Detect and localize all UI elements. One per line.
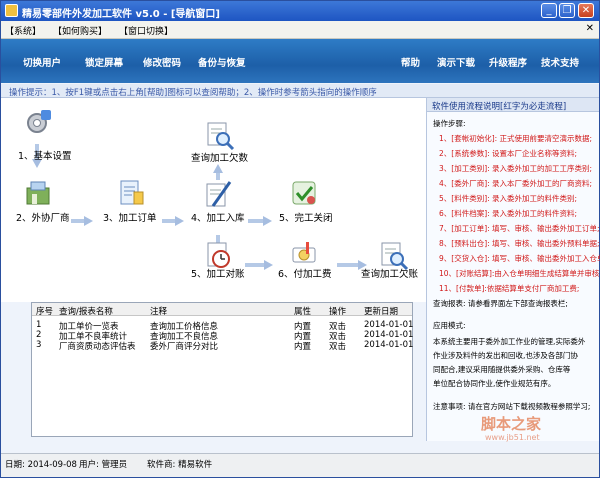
title-bar: 精易零部件外发加工软件 v5.0 - [导航窗口] _ ❐ ✕ <box>1 1 599 21</box>
col-header-date[interactable]: 更新日期 <box>364 305 398 317</box>
flow-arrow-right <box>71 216 93 226</box>
cell-action: 双击 <box>329 342 347 352</box>
flow-label-warehouse-in[interactable]: 4、加工入库 <box>191 210 245 224</box>
minimize-button[interactable]: _ <box>541 3 557 18</box>
tip-text: 操作提示：1、按F1键或点击右上角[帮助]图标可以查阅帮助；2、操作时参考箭头指… <box>9 88 377 98</box>
change-password-button[interactable]: 修改密码 <box>143 55 181 69</box>
flow-label-settings[interactable]: 1、基本设置 <box>18 148 72 162</box>
factory-icon[interactable] <box>23 178 53 208</box>
col-header-note[interactable]: 注释 <box>150 305 167 317</box>
app-mode-title: 应用模式: <box>433 321 466 330</box>
cell-no: 3 <box>36 340 42 350</box>
restore-button[interactable]: ❐ <box>559 3 575 18</box>
watermark: 脚本之家 www.jb51.net <box>463 413 593 443</box>
switch-user-button[interactable]: 切换用户 <box>23 55 61 69</box>
app-icon <box>5 4 18 17</box>
toolbar: 切换用户 锁定屏幕 修改密码 备份与恢复 帮助 演示下载 升级程序 技术支持 <box>1 39 599 83</box>
menu-close-icon[interactable]: ✕ <box>586 23 594 34</box>
step-item: 3、[加工类别]: 录入委外加工的加工工序类别; <box>439 164 593 173</box>
table-row[interactable]: 3 厂商资质动态评估表 委外厂商评分对比 内置 双击 2014-01-01 <box>32 338 414 352</box>
col-header-action[interactable]: 操作 <box>329 305 346 317</box>
upgrade-button[interactable]: 升级程序 <box>489 55 527 69</box>
flow-diagram: 1、基本设置 查询加工欠数 2、外协厂商 3、加工订单 4、加工入库 5、完工关… <box>1 98 426 302</box>
status-date: 日期: 2014-09-08 <box>5 460 77 470</box>
step-item: 8、[预料出仓]: 填写、审核、输出委外预料单据; <box>439 239 600 248</box>
demo-download-button[interactable]: 演示下载 <box>437 55 475 69</box>
help-side-panel: 软件使用流程说明[红字为必走流程] 操作步骤: 1、[套帐初始化]: 正式使用前… <box>426 98 600 441</box>
app-mode-text: 同配合,建议采用随提供委外采购、仓库等 <box>433 365 571 374</box>
status-bar: 日期: 2014-09-08 用户: 管理员 软件商: 精易软件 <box>1 453 599 477</box>
app-mode-text: 本系统主要用于委外加工作业的管理,实际委外 <box>433 337 586 346</box>
step-item: 4、[委外厂商]: 录入本厂委外加工的厂商资料; <box>439 179 593 188</box>
note-text: 注意事项: 请在官方网站下载视频教程参照学习; <box>433 402 591 411</box>
flow-arrow-right <box>248 216 272 226</box>
cell-date: 2014-01-01 <box>364 340 414 350</box>
flow-label-query-owed-account[interactable]: 查询加工欠账 <box>361 266 418 280</box>
app-mode-text: 单位配合协同作业,使作业规范有序。 <box>433 379 556 388</box>
help-button[interactable]: 帮助 <box>401 55 420 69</box>
flow-label-complete-close[interactable]: 5、完工关闭 <box>279 210 333 224</box>
cell-name: 厂商资质动态评估表 <box>59 342 136 352</box>
step-item: 7、[加工订单]: 填写、审核、输出委外加工订单; <box>439 224 600 233</box>
menu-how-to-buy[interactable]: 【如何购买】 <box>53 24 107 37</box>
app-window: 精易零部件外发加工软件 v5.0 - [导航窗口] _ ❐ ✕ 【系统】 【如何… <box>0 0 600 478</box>
col-header-no[interactable]: 序号 <box>36 305 53 317</box>
step-item: 1、[套帐初始化]: 正式使用前要清空演示数据; <box>439 134 593 143</box>
flow-label-order[interactable]: 3、加工订单 <box>103 210 157 224</box>
step-item: 2、[系统参数]: 设置本厂企业名称等资料; <box>439 149 578 158</box>
settings-icon[interactable] <box>23 108 53 138</box>
step-item: 5、[料件类别]: 录入委外加工的料件类别; <box>439 194 578 203</box>
grid-header: 序号 查询/报表名称 注释 属性 操作 更新日期 <box>32 303 412 317</box>
step-item: 6、[料件档案]: 录入委外加工的料件资料; <box>439 209 578 218</box>
step-item: 10、[对账结算]:由入仓单明细生成结算单并审核; <box>439 269 600 278</box>
cell-attr: 内置 <box>294 342 312 352</box>
lock-screen-button[interactable]: 锁定屏幕 <box>85 55 123 69</box>
flow-arrow-right <box>162 216 184 226</box>
col-header-name[interactable]: 查询/报表名称 <box>59 305 113 317</box>
app-mode-text: 作业涉及料件的发出和回收,也涉及各部门协 <box>433 351 578 360</box>
window-title: 精易零部件外发加工软件 v5.0 - [导航窗口] <box>22 9 220 20</box>
flow-label-query-owed-count[interactable]: 查询加工欠数 <box>191 150 248 164</box>
menu-window-switch[interactable]: 【窗口切换】 <box>119 24 173 37</box>
menu-bar: 【系统】 【如何购买】 【窗口切换】 ✕ <box>1 21 599 39</box>
report-grid: 序号 查询/报表名称 注释 属性 操作 更新日期 1 加工单价一览表 查询加工价… <box>31 302 413 437</box>
status-vendor: 软件商: 精易软件 <box>147 460 213 470</box>
flow-label-reconcile[interactable]: 5、加工对账 <box>191 266 245 280</box>
side-panel-header: 软件使用流程说明[红字为必走流程] <box>427 98 599 112</box>
side-panel-title: 软件使用流程说明[红字为必走流程] <box>432 102 567 112</box>
watermark-url: www.jb51.net <box>485 433 540 442</box>
col-header-attr[interactable]: 属性 <box>294 305 311 317</box>
tech-support-button[interactable]: 技术支持 <box>541 55 579 69</box>
step-item: 11、[付款单]:依据结算单支付厂商加工费; <box>439 284 580 293</box>
order-icon[interactable] <box>116 178 146 208</box>
magnifier-icon[interactable] <box>205 120 235 151</box>
report-hint: 查询报表: 请参看界面左下部查询报表栏; <box>433 299 568 308</box>
flow-label-factory[interactable]: 2、外协厂商 <box>16 210 70 224</box>
warehouse-icon[interactable] <box>203 178 233 208</box>
flow-label-pay-fee[interactable]: 6、付加工费 <box>278 266 332 280</box>
cell-note: 委外厂商评分对比 <box>150 342 219 352</box>
steps-title: 操作步骤: <box>433 119 466 128</box>
menu-system[interactable]: 【系统】 <box>5 24 41 37</box>
backup-restore-button[interactable]: 备份与恢复 <box>198 55 246 69</box>
status-user: 用户: 管理员 <box>79 460 128 470</box>
watermark-text: 脚本之家 <box>481 415 542 433</box>
step-item: 9、[交货入仓]: 填写、审核、输出委外加工入仓单; <box>439 254 600 263</box>
checkmark-icon[interactable] <box>289 178 319 208</box>
tip-bar: 操作提示：1、按F1键或点击右上角[帮助]图标可以查阅帮助；2、操作时参考箭头指… <box>1 84 599 98</box>
close-button[interactable]: ✕ <box>578 3 594 18</box>
flow-arrow-right <box>245 260 273 270</box>
